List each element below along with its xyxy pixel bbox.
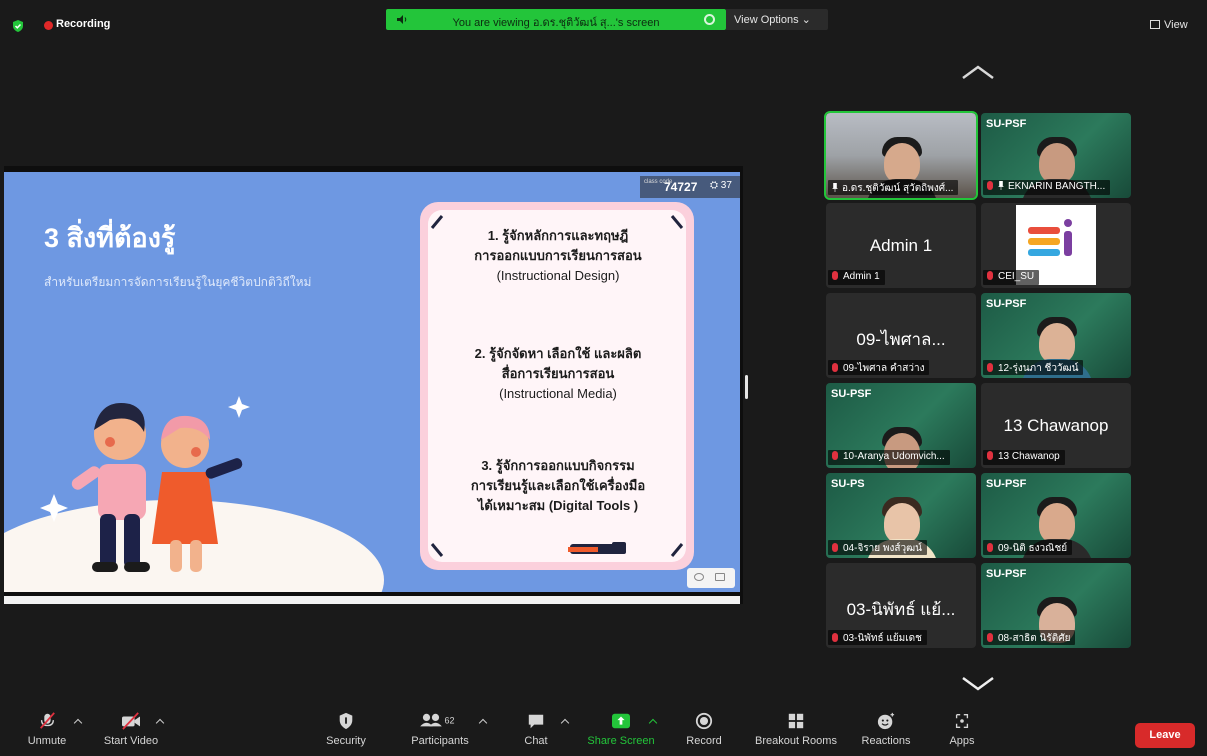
class-code-badge: class code 74727 ⛭ 37 [640, 176, 740, 198]
meeting-toolbar: Unmute Start Video Security 62 Participa… [0, 708, 1207, 756]
shield-icon [339, 712, 353, 730]
chat-icon [528, 714, 544, 729]
apps-icon [955, 714, 969, 728]
participants-options-caret[interactable] [478, 718, 488, 728]
recording-label[interactable]: Recording [56, 18, 110, 30]
video-tile[interactable]: SU-PS 04-จิราย พงส์วุฒน์ [826, 473, 976, 558]
tile-name: 10-Aranya Udomvich... [828, 450, 950, 465]
viewing-text: You are viewing อ.ดร.ชุติวัฒน์ สุ...'s s… [452, 17, 660, 29]
shared-slide: 3 สิ่งที่ต้องรู้ สำหรับเตรียมการจัดการเร… [4, 172, 740, 592]
tile-name: อ.ดร.ชุติวัฒน์ สุวัตถิพงศ์... [828, 180, 959, 195]
topic-item-2: 2. รู้จักจัดหา เลือกใช้ และผลิต สื่อการเ… [474, 346, 642, 401]
breakout-rooms-icon [788, 713, 804, 729]
topic-item-3: 3. รู้จักการออกแบบกิจกรรม การเรียนรู้และ… [470, 458, 646, 513]
chat-button[interactable]: Chat [518, 712, 554, 747]
muted-mic-icon [987, 543, 993, 552]
record-button[interactable]: Record [681, 712, 727, 747]
tile-name: 12-รุ่งนภา ชีววัฒน์ [983, 360, 1084, 375]
slide-title: 3 สิ่งที่ต้องรู้ [44, 223, 176, 253]
muted-mic-icon [987, 181, 993, 190]
video-tile[interactable]: CEI_SU [981, 203, 1131, 288]
breakout-rooms-button[interactable]: Breakout Rooms [750, 712, 842, 747]
share-screen-button[interactable]: Share Screen [582, 712, 660, 747]
video-tile[interactable]: Admin 1 Admin 1 [826, 203, 976, 288]
class-code-number: 74727 [664, 180, 698, 194]
tile-name: CEI_SU [983, 270, 1040, 285]
muted-mic-icon [832, 633, 838, 642]
video-tile[interactable]: SU-PSF 08-สาธิต นิรัติศัย [981, 563, 1131, 648]
tile-name: 09-นิติ ธงวณิชย์ [983, 540, 1073, 555]
muted-mic-icon [987, 363, 993, 372]
eye-icon[interactable] [694, 573, 704, 581]
tile-name: 08-สาธิต นิรัติศัย [983, 630, 1076, 645]
participant-count-badge: ⛭ 37 [710, 180, 732, 191]
start-video-button[interactable]: Start Video [98, 712, 164, 747]
security-button[interactable]: Security [320, 712, 372, 747]
view-options-label: View Options [734, 14, 799, 26]
camera-dots-icon [1111, 568, 1125, 573]
video-tile[interactable]: 13 Chawanop 13 Chawanop [981, 383, 1131, 468]
kids-illustration [40, 396, 250, 572]
tile-name: 13 Chawanop [983, 450, 1065, 465]
pin-icon [998, 181, 1004, 190]
share-screen-icon [612, 713, 630, 729]
camera-dots-icon [956, 478, 970, 483]
camera-dots-icon [956, 388, 970, 393]
slide-subtitle: สำหรับเตรียมการจัดการเรียนรู้ในยุคชีวิตป… [44, 275, 312, 289]
view-options-button[interactable]: View Options ⌄ [726, 9, 828, 30]
pin-icon [832, 183, 838, 192]
slide-controls[interactable] [687, 568, 735, 588]
grid-view-icon [1150, 20, 1160, 29]
reactions-button[interactable]: Reactions [857, 712, 915, 747]
tile-name: EKNARIN BANGTH... [983, 180, 1111, 195]
tile-name: 03-นิพัทธ์ แย้มเดช [828, 630, 927, 645]
muted-mic-icon [832, 543, 838, 552]
tile-name: 04-จิราย พงส์วุฒน์ [828, 540, 927, 555]
recording-dot-icon [44, 21, 53, 30]
chat-options-caret[interactable] [560, 718, 570, 728]
video-tile[interactable]: SU-PSF 10-Aranya Udomvich... [826, 383, 976, 468]
unmute-button[interactable]: Unmute [22, 712, 72, 747]
participants-icon: 62 [420, 713, 455, 727]
video-off-icon [122, 712, 140, 730]
video-tile[interactable]: SU-PSF 09-นิติ ธงวณิชย์ [981, 473, 1131, 558]
muted-mic-icon [987, 451, 993, 460]
tile-name: 09-ไพศาล คำสว่าง [828, 360, 930, 375]
chevron-up-icon[interactable] [961, 64, 995, 80]
camera-dots-icon [1111, 118, 1125, 123]
participants-button[interactable]: 62 Participants [404, 712, 476, 747]
video-tile[interactable]: 03-นิพัทธ์ แย้... 03-นิพัทธ์ แย้มเดช [826, 563, 976, 648]
view-button[interactable]: View [1150, 19, 1188, 31]
view-label: View [1164, 19, 1188, 31]
tile-name: Admin 1 [828, 270, 885, 285]
resize-handle[interactable] [745, 375, 748, 399]
muted-mic-icon [40, 712, 55, 729]
muted-mic-icon [987, 271, 993, 280]
video-tile[interactable]: SU-PSF EKNARIN BANGTH... [981, 113, 1131, 198]
video-tile-host[interactable]: อ.ดร.ชุติวัฒน์ สุวัตถิพงศ์... [824, 111, 978, 200]
muted-mic-icon [832, 363, 838, 372]
apps-button[interactable]: Apps [944, 712, 980, 747]
participants-count: 62 [445, 716, 455, 726]
chevron-down-icon: ⌄ [801, 14, 811, 26]
top-bar: Recording You are viewing อ.ดร.ชุติวัฒน์… [0, 0, 1207, 50]
muted-mic-icon [832, 451, 838, 460]
muted-mic-icon [987, 633, 993, 642]
topic-item-1: 1. รู้จักหลักการและทฤษฎี การออกแบบการเรี… [474, 228, 642, 283]
record-icon [695, 712, 713, 730]
camera-dots-icon [1111, 298, 1125, 303]
presenter-icon[interactable] [715, 573, 725, 581]
reactions-icon [877, 712, 895, 730]
slide-status-bar [4, 596, 740, 604]
screen-share-banner: You are viewing อ.ดร.ชุติวัฒน์ สุ...'s s… [386, 9, 726, 30]
leave-button[interactable]: Leave [1135, 723, 1195, 748]
audio-options-caret[interactable] [73, 718, 83, 728]
camera-dots-icon [1111, 478, 1125, 483]
video-tile[interactable]: 09-ไพศาล... 09-ไพศาล คำสว่าง [826, 293, 976, 378]
shield-check-icon[interactable] [11, 19, 25, 33]
chevron-down-icon[interactable] [961, 676, 995, 692]
status-dot-icon [704, 14, 715, 25]
muted-mic-icon [832, 271, 838, 280]
video-tile[interactable]: SU-PSF 12-รุ่งนภา ชีววัฒน์ [981, 293, 1131, 378]
